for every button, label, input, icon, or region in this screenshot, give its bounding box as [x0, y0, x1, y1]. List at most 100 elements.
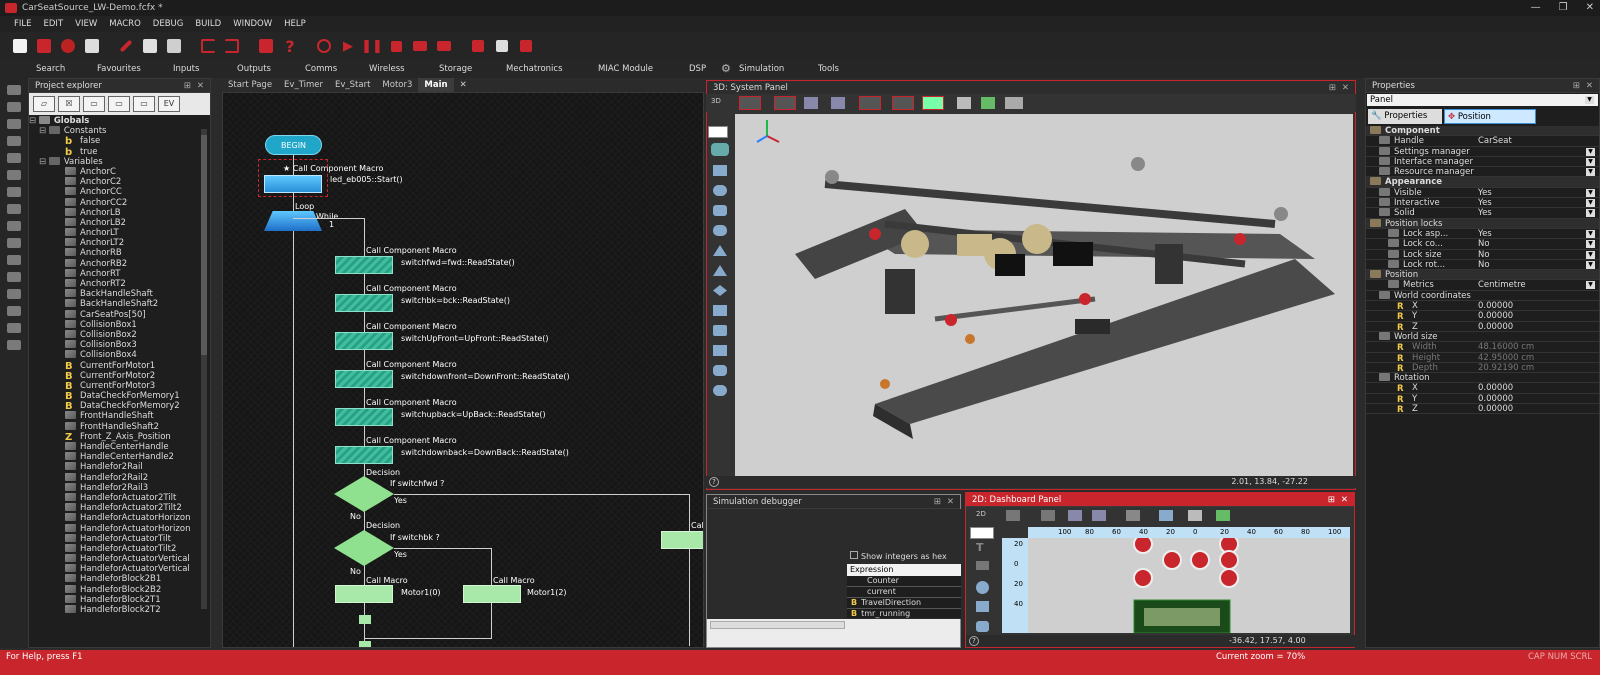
tree-item[interactable]: BackHandleShaft2 — [29, 299, 210, 309]
pin-icon[interactable]: ⊞ — [1573, 79, 1580, 93]
call-macro-block[interactable] — [335, 585, 393, 603]
property-row[interactable]: Appearance — [1366, 177, 1599, 188]
ports-view-icon[interactable]: ▭ — [133, 96, 155, 112]
tree-item[interactable]: b false — [29, 136, 210, 147]
shape-tool-icon[interactable] — [976, 561, 989, 570]
components-simulation[interactable]: Simulation — [739, 60, 784, 78]
menu-file[interactable]: FILE — [14, 16, 32, 32]
tree-item[interactable]: Handlefor2Rail2 — [29, 472, 210, 483]
tree-item[interactable]: HandleCenterHandle2 — [29, 452, 210, 462]
rotate-icon[interactable] — [1068, 510, 1082, 521]
tree-item[interactable]: HandleforActuatorVertical — [29, 554, 210, 564]
tab-motor3[interactable]: Motor3 — [376, 78, 418, 92]
menu-build[interactable]: BUILD — [195, 16, 221, 32]
watch-item[interactable]: B TravelDirection — [847, 598, 961, 609]
tree-item[interactable]: AnchorLT — [29, 228, 210, 238]
compile-icon[interactable] — [314, 36, 334, 56]
pause-icon[interactable]: ❚❚ — [361, 36, 383, 56]
close-icon[interactable]: ✕ — [1341, 493, 1348, 507]
property-row[interactable]: Position locks — [1366, 218, 1599, 229]
property-row[interactable]: R Y 0.00000 — [1366, 393, 1599, 405]
redo-icon[interactable] — [222, 36, 242, 56]
chevron-down-icon[interactable]: ▼ — [1586, 188, 1595, 197]
new-file-icon[interactable] — [10, 36, 30, 56]
pointer-icon[interactable] — [1006, 510, 1020, 521]
tree-item[interactable]: HandleforActuatorHorizon — [29, 523, 210, 534]
close-icon[interactable]: ✕ — [1342, 81, 1349, 95]
call-macro-block[interactable] — [661, 531, 703, 549]
tree-item[interactable]: AnchorCC2 — [29, 197, 210, 208]
cube-view-icon[interactable] — [922, 96, 944, 110]
property-row[interactable]: R Z 0.00000 — [1366, 404, 1599, 415]
close-tab-icon[interactable]: ✕ — [454, 78, 473, 92]
reload-icon[interactable] — [58, 36, 78, 56]
property-row[interactable]: Interactive Yes ▼ — [1366, 198, 1599, 209]
component-macro-icon[interactable] — [7, 221, 21, 231]
output-icon[interactable] — [7, 102, 21, 112]
chevron-down-icon[interactable]: ▼ — [1586, 157, 1595, 166]
macro-icon[interactable] — [7, 238, 21, 248]
property-row[interactable]: Visible Yes ▼ — [1366, 187, 1599, 199]
property-row[interactable]: Lock size No ▼ — [1366, 249, 1599, 260]
goto-icon[interactable] — [7, 340, 21, 350]
call-component-block-selected[interactable] — [264, 175, 322, 193]
tab-start-page[interactable]: Start Page — [222, 78, 278, 92]
tree-variables[interactable]: ⊟ Variables — [29, 156, 210, 167]
menu-view[interactable]: VIEW — [75, 16, 97, 32]
pin-icon[interactable]: ⊞ — [1329, 81, 1336, 95]
call-component-block[interactable] — [335, 294, 393, 312]
color-picker[interactable] — [708, 126, 728, 138]
step-over-icon[interactable] — [434, 36, 454, 56]
tree-item[interactable]: CollisionBox1 — [29, 319, 210, 330]
tab-ev-start[interactable]: Ev_Start — [329, 78, 376, 92]
components-tools[interactable]: Tools — [818, 60, 839, 78]
cut-icon[interactable] — [116, 36, 136, 56]
interrupt-icon[interactable] — [7, 272, 21, 282]
watch-item[interactable]: current — [847, 587, 961, 598]
property-row[interactable]: Component — [1366, 126, 1599, 137]
input-icon[interactable] — [7, 85, 21, 95]
tree-item[interactable]: FrontHandleShaft — [29, 411, 210, 421]
magic-wand-icon[interactable] — [1216, 510, 1230, 521]
text-tool-icon[interactable]: T — [976, 541, 984, 554]
2d-viewport[interactable] — [1028, 534, 1350, 634]
components-dsp[interactable]: DSP — [689, 60, 706, 78]
close-button[interactable]: ✕ — [1586, 0, 1594, 16]
save-icon[interactable] — [82, 36, 102, 56]
tab-properties[interactable]: 🔧 Properties — [1368, 109, 1442, 124]
chevron-down-icon[interactable]: ▼ — [1586, 281, 1595, 290]
tree-item[interactable]: HandleCenterHandle — [29, 442, 210, 452]
begin-terminal[interactable]: BEGIN — [265, 135, 322, 155]
property-row[interactable]: Handle CarSeat — [1366, 136, 1599, 147]
property-row[interactable]: Lock co... No ▼ — [1366, 239, 1599, 250]
property-row[interactable]: World coordinates — [1366, 290, 1599, 302]
scrollbar[interactable] — [201, 129, 207, 609]
tree-item[interactable]: HandleforBlock2T1 — [29, 594, 210, 605]
compile-c-icon[interactable] — [468, 36, 488, 56]
comment-icon[interactable] — [7, 306, 21, 316]
flowchart-canvas[interactable]: BEGIN ★ Call Component Macro led_eb005::… — [222, 92, 704, 648]
shield-shape-icon[interactable] — [713, 305, 727, 316]
torus-icon[interactable] — [713, 225, 727, 236]
call-component-block[interactable] — [335, 446, 393, 464]
tree-item[interactable]: HandleforActuatorTilt2 — [29, 543, 210, 554]
property-row[interactable]: Rotation — [1366, 373, 1599, 384]
components-view-icon[interactable]: ▭ — [108, 96, 130, 112]
rounded-rect-tool-icon[interactable] — [976, 621, 989, 632]
connection-icon[interactable] — [7, 170, 21, 180]
pan-icon[interactable] — [859, 96, 881, 110]
pin-icon[interactable]: ⊞ — [934, 495, 941, 509]
tree-item[interactable]: Handlefor2Rail3 — [29, 482, 210, 493]
chevron-down-icon[interactable]: ▼ — [1586, 147, 1595, 156]
help-icon[interactable]: ? — [709, 477, 719, 487]
components-inputs[interactable]: Inputs — [173, 60, 199, 78]
flowchart-view-icon[interactable]: ▱ — [33, 96, 55, 112]
tree-item[interactable]: B CurrentForMotor1 — [29, 361, 210, 372]
box-icon[interactable] — [713, 345, 727, 356]
components-miac-module[interactable]: MIAC Module — [598, 60, 653, 78]
tree-item[interactable]: b true — [29, 147, 210, 158]
chevron-down-icon[interactable]: ▼ — [1586, 199, 1595, 208]
zoom-icon[interactable] — [1092, 510, 1106, 521]
tree-item[interactable]: B DataCheckForMemory2 — [29, 401, 210, 412]
tab-position[interactable]: ✥ Position — [1444, 109, 1536, 124]
